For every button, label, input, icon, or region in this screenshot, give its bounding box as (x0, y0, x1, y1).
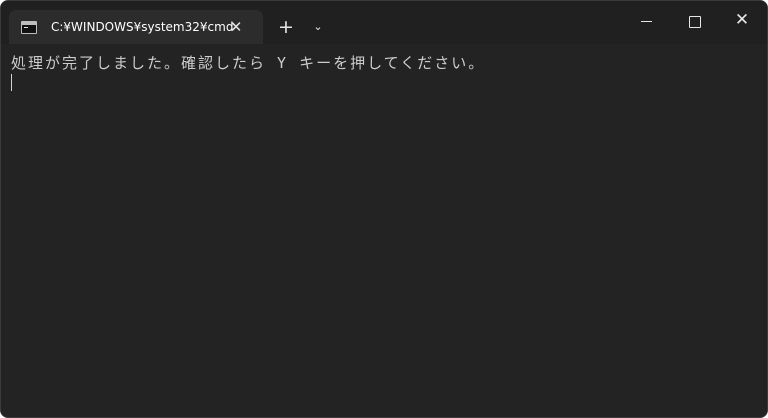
console-output[interactable]: 処理が完了しました。確認したら Y キーを押してください。 (1, 44, 767, 417)
tab-close-icon[interactable]: ✕ (227, 18, 245, 36)
text-cursor (11, 74, 12, 91)
close-icon: ✕ (734, 10, 750, 30)
minimize-icon (641, 21, 652, 22)
maximize-icon (689, 16, 701, 28)
window-close-button[interactable]: ✕ (718, 1, 766, 41)
maximize-button[interactable] (670, 1, 718, 41)
new-tab-button[interactable]: + (273, 14, 299, 40)
title-bar[interactable]: C:¥WINDOWS¥system32¥cmd ✕ + ⌄ ✕ (1, 1, 767, 44)
console-app-icon (21, 20, 37, 34)
tab-dropdown-chevron-icon[interactable]: ⌄ (307, 14, 329, 40)
console-line: 処理が完了しました。確認したら Y キーを押してください。 (11, 54, 486, 72)
tab-title: C:¥WINDOWS¥system32¥cmd (51, 20, 234, 34)
terminal-window: C:¥WINDOWS¥system32¥cmd ✕ + ⌄ ✕ 処理が完了しまし… (0, 0, 768, 418)
minimize-button[interactable] (622, 1, 670, 41)
tab-cmd[interactable]: C:¥WINDOWS¥system32¥cmd ✕ (9, 10, 263, 44)
